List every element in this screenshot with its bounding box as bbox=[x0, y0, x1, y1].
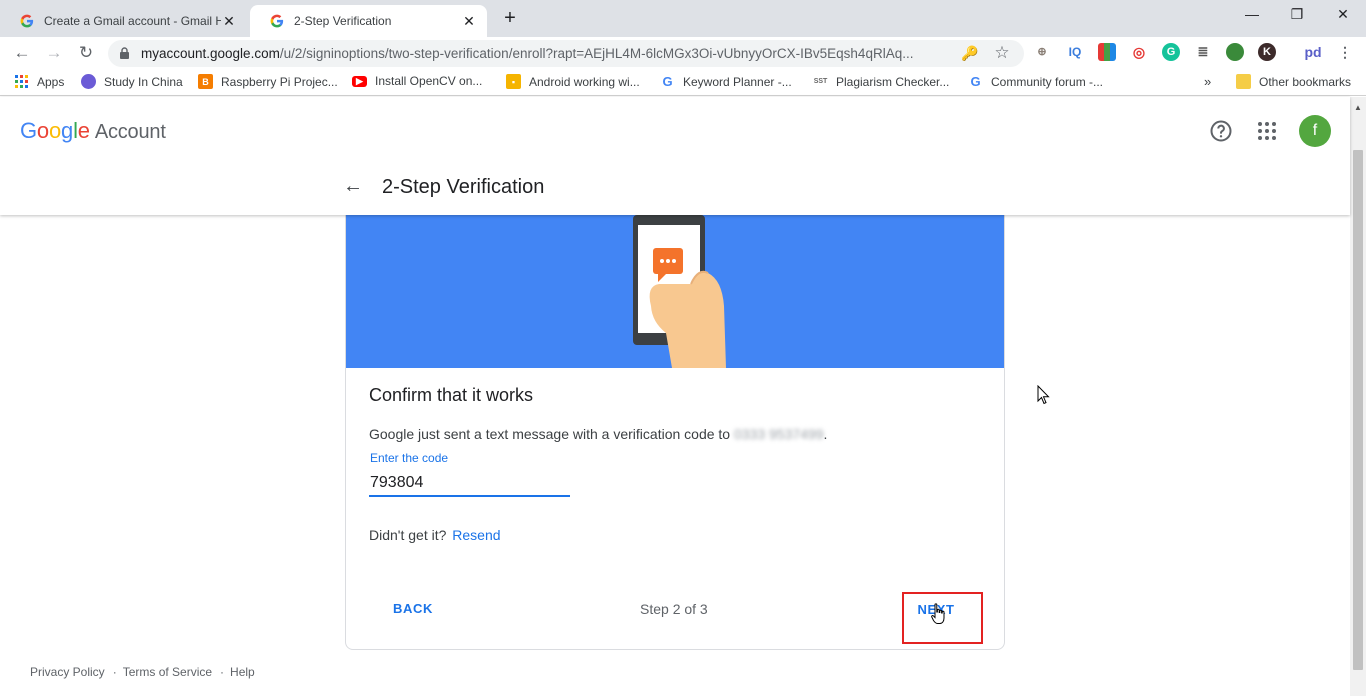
bookmark-apps[interactable]: Apps bbox=[14, 74, 64, 89]
bookmarks-bar: Apps Study In China B Raspberry Pi Proje… bbox=[0, 69, 1366, 96]
arrow-cursor-icon bbox=[1037, 385, 1050, 405]
study-icon bbox=[81, 74, 96, 89]
bookmark-install-opencv[interactable]: ▶ Install OpenCV on... bbox=[352, 74, 482, 88]
description-text: Google just sent a text message with a v… bbox=[369, 426, 731, 442]
verification-code-input[interactable] bbox=[369, 471, 570, 497]
android-icon: ▪ bbox=[506, 74, 521, 89]
sst-icon: SST bbox=[813, 78, 828, 85]
extension-db-icon[interactable]: ≣ bbox=[1194, 43, 1212, 61]
address-bar[interactable]: myaccount.google.com/u/2/signinoptions/t… bbox=[108, 40, 1024, 67]
extension-target-icon[interactable]: ◎ bbox=[1130, 43, 1148, 61]
phone-message-illustration bbox=[633, 215, 726, 368]
more-bookmarks-button[interactable]: » bbox=[1204, 74, 1211, 89]
url-path: /u/2/signinoptions/two-step-verification… bbox=[279, 46, 914, 61]
google-favicon-icon bbox=[20, 14, 34, 28]
youtube-icon: ▶ bbox=[352, 75, 367, 87]
google-icon: G bbox=[662, 74, 673, 89]
extension-globe-icon[interactable]: ⊕ bbox=[1033, 43, 1051, 61]
bookmark-community-forum[interactable]: G Community forum -... bbox=[968, 74, 1103, 89]
minimize-button[interactable]: — bbox=[1237, 6, 1267, 22]
tab-title: Create a Gmail account - Gmail H bbox=[44, 14, 221, 28]
close-window-button[interactable]: ✕ bbox=[1328, 6, 1358, 23]
google-apps-icon[interactable] bbox=[1255, 119, 1279, 143]
back-arrow-icon[interactable]: ← bbox=[343, 176, 363, 197]
url-host: myaccount.google.com bbox=[141, 46, 280, 61]
back-button[interactable]: BACK bbox=[381, 594, 445, 622]
help-link[interactable]: Help bbox=[230, 665, 255, 679]
bookmark-label: Plagiarism Checker... bbox=[836, 74, 950, 89]
extension-earth-icon[interactable] bbox=[1226, 43, 1244, 61]
help-icon[interactable] bbox=[1209, 119, 1233, 143]
logo-account: Account bbox=[94, 121, 166, 143]
extension-colorgrid-icon[interactable] bbox=[1098, 43, 1116, 61]
apps-grid-icon bbox=[14, 74, 29, 89]
footer-separator: · bbox=[220, 665, 225, 679]
scroll-up-arrow-icon[interactable]: ▲ bbox=[1354, 103, 1362, 112]
close-tab-icon[interactable]: ✕ bbox=[461, 13, 477, 29]
page-title: 2-Step Verification bbox=[382, 176, 545, 198]
google-icon: G bbox=[970, 74, 981, 89]
hand-pointer-cursor-icon bbox=[931, 603, 945, 624]
bookmark-study-in-china[interactable]: Study In China bbox=[81, 74, 183, 89]
page-scrollbar[interactable]: ▲ bbox=[1350, 97, 1366, 696]
resend-link[interactable]: Resend bbox=[452, 527, 500, 543]
card-title: Confirm that it works bbox=[369, 385, 534, 405]
footer-separator: · bbox=[112, 665, 117, 679]
bookmark-label: Other bookmarks bbox=[1259, 74, 1352, 89]
google-account-logo[interactable]: Google Account bbox=[20, 118, 166, 144]
bookmark-keyword-planner[interactable]: G Keyword Planner -... bbox=[660, 74, 792, 89]
logo-google: Google bbox=[20, 118, 90, 143]
menu-kebab-icon[interactable]: ⋮ bbox=[1336, 43, 1354, 61]
back-nav-icon[interactable]: ← bbox=[12, 43, 32, 63]
browser-toolbar: ← → ↻ myaccount.google.com/u/2/signinopt… bbox=[0, 37, 1366, 69]
url-text: myaccount.google.com/u/2/signinoptions/t… bbox=[141, 46, 913, 61]
masked-phone-number: 0333 9537499 bbox=[733, 426, 824, 442]
close-tab-icon[interactable]: ✕ bbox=[221, 13, 237, 29]
step-indicator: Step 2 of 3 bbox=[640, 601, 708, 617]
verification-card bbox=[345, 197, 1005, 650]
blogger-icon: B bbox=[198, 74, 213, 89]
bookmark-label: Raspberry Pi Projec... bbox=[221, 74, 338, 89]
bookmark-label: Study In China bbox=[104, 74, 183, 89]
phone-illustration-banner bbox=[346, 198, 1004, 368]
bookmark-plagiarism-checker[interactable]: SST Plagiarism Checker... bbox=[813, 74, 950, 89]
browser-tab-bar: Create a Gmail account - Gmail H ✕ 2-Ste… bbox=[0, 0, 1366, 37]
terms-of-service-link[interactable]: Terms of Service bbox=[123, 665, 212, 679]
page-content: Google Account f ← 2-Step Verification Co… bbox=[0, 97, 1350, 696]
code-input-label: Enter the code bbox=[370, 451, 449, 465]
avatar[interactable]: f bbox=[1299, 115, 1331, 147]
key-icon[interactable]: 🔑 bbox=[961, 45, 979, 63]
extension-k-icon[interactable]: K bbox=[1258, 43, 1276, 61]
scroll-thumb[interactable] bbox=[1353, 150, 1363, 670]
tab-create-gmail[interactable]: Create a Gmail account - Gmail H ✕ bbox=[0, 5, 247, 37]
privacy-policy-link[interactable]: Privacy Policy bbox=[30, 665, 105, 679]
bookmark-label: Keyword Planner -... bbox=[683, 74, 792, 89]
folder-icon bbox=[1236, 74, 1251, 89]
bookmark-star-icon[interactable]: ☆ bbox=[993, 43, 1011, 62]
didnt-get-text: Didn't get it? bbox=[369, 527, 447, 543]
description-period: . bbox=[823, 426, 828, 442]
bookmark-label: Android working wi... bbox=[529, 74, 640, 89]
extension-pd-icon[interactable]: pd bbox=[1300, 43, 1326, 61]
resend-line: Didn't get it? Resend bbox=[369, 527, 501, 543]
extension-iq-icon[interactable]: IQ bbox=[1066, 43, 1084, 61]
tab-2-step-verification[interactable]: 2-Step Verification ✕ bbox=[250, 5, 487, 37]
footer: Privacy Policy · Terms of Service · Help bbox=[30, 665, 261, 679]
card-description: Google just sent a text message with a v… bbox=[369, 426, 827, 442]
bookmark-android[interactable]: ▪ Android working wi... bbox=[506, 74, 640, 89]
restore-button[interactable]: ❐ bbox=[1282, 6, 1312, 23]
bookmark-raspberry-pi[interactable]: B Raspberry Pi Projec... bbox=[198, 74, 338, 89]
reload-icon[interactable]: ↻ bbox=[76, 43, 96, 63]
tab-title: 2-Step Verification bbox=[294, 14, 392, 28]
lock-icon bbox=[120, 47, 129, 59]
new-tab-button[interactable]: + bbox=[499, 7, 521, 29]
google-favicon-icon bbox=[270, 14, 284, 28]
bookmark-label: Community forum -... bbox=[991, 74, 1104, 89]
bookmark-label: Apps bbox=[37, 74, 65, 89]
grammarly-icon[interactable]: G bbox=[1162, 43, 1180, 61]
forward-nav-icon[interactable]: → bbox=[44, 43, 64, 63]
google-account-header: Google Account f ← 2-Step Verification bbox=[0, 97, 1350, 215]
other-bookmarks[interactable]: Other bookmarks bbox=[1236, 74, 1351, 89]
bookmark-label: Install OpenCV on... bbox=[375, 74, 483, 88]
